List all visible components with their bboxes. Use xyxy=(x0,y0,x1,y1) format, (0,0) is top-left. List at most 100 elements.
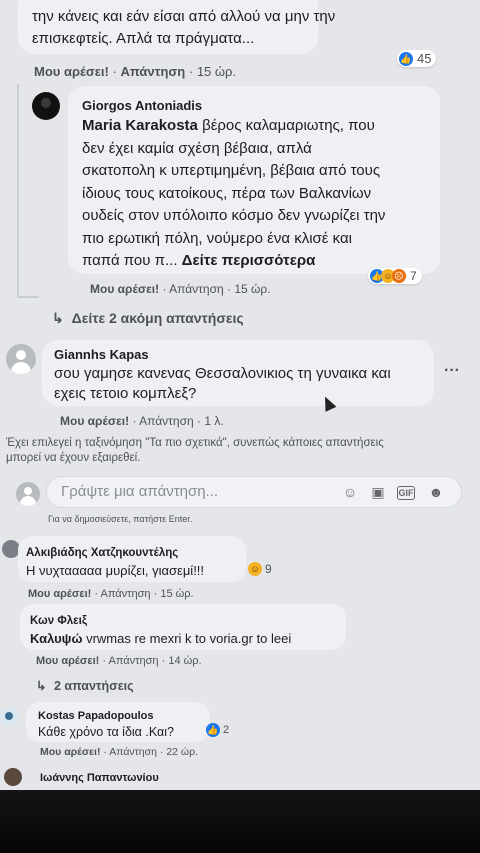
comment-meta: Μου αρέσει! · Απάντηση · 22 ώρ. xyxy=(40,746,198,758)
timestamp[interactable]: 15 ώρ. xyxy=(197,64,236,79)
reply-link[interactable]: Απάντηση xyxy=(101,588,151,600)
reaction-count: 9 xyxy=(265,562,272,576)
emoji-icon[interactable]: ☺ xyxy=(341,483,359,501)
like-link[interactable]: Μου αρέσει! xyxy=(60,414,129,428)
reply-link[interactable]: Απάντηση xyxy=(139,414,194,428)
reaction-count: 2 xyxy=(223,724,230,736)
more-options-button[interactable]: ··· xyxy=(444,362,460,380)
reply-arrow-icon: ↳ xyxy=(52,310,64,326)
comment-text: Κάθε χρόνο τα ίδια .Και? xyxy=(38,725,174,739)
avatar[interactable] xyxy=(4,768,22,786)
reply-text-line: βέρος καλαμαριωτης, που xyxy=(202,117,375,134)
reply-content-giorgos: Giorgos Antoniadis Maria Karakosta βέρος… xyxy=(82,97,432,273)
avatar[interactable] xyxy=(32,92,60,120)
camera-icon[interactable]: ▣ xyxy=(369,483,387,501)
comment-reactions[interactable]: 👍 2 xyxy=(204,722,234,738)
like-reaction-icon: 👍 xyxy=(399,51,413,66)
view-replies-label: 2 απαντήσεις xyxy=(53,679,134,693)
author-name[interactable]: Ιωάννης Παπαντωνίου xyxy=(40,772,159,784)
comment-content-kostas: Kostas Papadopoulos Κάθε χρόνο τα ίδια .… xyxy=(38,708,174,740)
reply-meta: Μου αρέσει! · Απάντηση · 1 λ. xyxy=(60,414,224,428)
reply-composer[interactable]: Γράψτε μια απάντηση... ☺ ▣ GIF ☻ xyxy=(46,476,462,508)
sort-notice-line: Έχει επιλεγεί η ταξινόμηση "Τα πιο σχετι… xyxy=(6,437,384,449)
thread-line-curve xyxy=(17,296,39,298)
comment-text: Η νυχτααααα μυρίζει, γιασεμί!!! xyxy=(26,563,205,578)
timestamp[interactable]: 15 ώρ. xyxy=(234,282,270,296)
avatar[interactable] xyxy=(0,708,18,726)
reply-link[interactable]: Απάντηση xyxy=(169,282,224,296)
like-reaction-icon: 👍 xyxy=(206,723,220,737)
separator: · xyxy=(103,746,107,758)
reply-content-giannhs: Giannhs Kapas σου γαμησε κανενας Θεσσαλο… xyxy=(54,346,391,404)
reply-link[interactable]: Απάντηση xyxy=(109,746,157,758)
author-name[interactable]: Kostas Papadopoulos xyxy=(38,708,174,724)
like-link[interactable]: Μου αρέσει! xyxy=(28,588,91,600)
sort-notice: Έχει επιλεγεί η ταξινόμηση "Τα πιο σχετι… xyxy=(6,436,384,466)
like-link[interactable]: Μου αρέσει! xyxy=(36,655,99,667)
comments-screen: την κάνεις και εάν είσαι από αλλού να μη… xyxy=(0,0,480,790)
angry-reaction-icon: ☹ xyxy=(392,269,406,283)
reaction-count: 7 xyxy=(410,269,417,283)
like-link[interactable]: Μου αρέσει! xyxy=(34,64,109,79)
separator: · xyxy=(227,282,231,296)
thread-line xyxy=(17,84,19,298)
separator: · xyxy=(162,282,167,296)
author-name[interactable]: Αλκιβιάδης Χατζηκουντέλης xyxy=(26,544,204,562)
timestamp[interactable]: 22 ώρ. xyxy=(166,746,198,758)
reply-text-line: ίδιους τους κατοίκους, πέρα των Βαλκανίω… xyxy=(82,184,372,202)
see-more-link[interactable]: Δείτε περισσότερα xyxy=(182,252,316,269)
view-more-replies[interactable]: ↳ Δείτε 2 ακόμη απαντήσεις xyxy=(52,310,244,327)
reply-reactions[interactable]: 👍 ☺ ☹ 7 xyxy=(368,268,422,284)
mention-link[interactable]: Καλυψώ xyxy=(30,631,82,646)
separator: · xyxy=(94,588,99,600)
reply-text-line: πιο ερωτική πόλη, νούμερο ένα κλισέ και xyxy=(82,229,352,247)
top-comment-line: επισκεφτείς. Απλά τα πράγματα... xyxy=(32,30,255,47)
separator: · xyxy=(161,655,166,667)
reply-text-line: σκατοπολη κ υπερτιμημένη, βέβαια από του… xyxy=(82,162,381,179)
comment-meta: Μου αρέσει! · Απάντηση · 14 ώρ. xyxy=(36,655,202,667)
timestamp[interactable]: 15 ώρ. xyxy=(160,588,193,600)
like-link[interactable]: Μου αρέσει! xyxy=(40,746,100,758)
comment-content-kon: Κων Φλειξ Καλυψώ vrwmas re mexri k to vo… xyxy=(30,612,291,648)
timestamp[interactable]: 14 ώρ. xyxy=(168,655,201,667)
top-comment-line: την κάνεις και εάν είσαι από αλλού να μη… xyxy=(32,8,336,25)
author-name[interactable]: Giorgos Antoniadis xyxy=(82,97,432,115)
reaction-count: 45 xyxy=(417,51,432,66)
view-more-replies-label: Δείτε 2 ακόμη απαντήσεις xyxy=(71,310,244,326)
top-comment-meta: Μου αρέσει! · Απάντηση · 15 ώρ. xyxy=(34,64,236,79)
comment-meta: Μου αρέσει! · Απάντηση · 15 ώρ. xyxy=(28,588,194,600)
author-name[interactable]: Giannhs Kapas xyxy=(54,346,391,364)
gif-icon[interactable]: GIF xyxy=(397,486,415,500)
current-user-avatar xyxy=(16,482,40,506)
separator: · xyxy=(159,746,164,758)
separator: · xyxy=(112,64,117,79)
sort-notice-line: μπορεί να έχουν εξαιρεθεί. xyxy=(6,452,141,464)
reply-text-line: παπά που π... xyxy=(82,252,178,269)
comment-reactions[interactable]: ☺ 9 xyxy=(246,561,277,577)
comment-content-alkiviadis: Αλκιβιάδης Χατζηκουντέλης Η νυχτααααα μυ… xyxy=(26,544,204,580)
reply-text-line: δεν έχει καμία σχέση βέβαια, απλά xyxy=(82,139,312,157)
author-name[interactable]: Κων Φλειξ xyxy=(30,612,291,630)
separator: · xyxy=(102,655,107,667)
monitor-bezel xyxy=(0,790,480,853)
reply-input[interactable]: Γράψτε μια απάντηση... xyxy=(61,483,218,500)
timestamp[interactable]: 1 λ. xyxy=(204,414,223,428)
composer-hint: Για να δημοσιεύσετε, πατήστε Enter. xyxy=(48,514,193,524)
like-link[interactable]: Μου αρέσει! xyxy=(90,282,159,296)
reply-link[interactable]: Απάντηση xyxy=(120,64,185,79)
sticker-icon[interactable]: ☻ xyxy=(427,483,445,501)
mention-link[interactable]: Maria Karakosta xyxy=(82,117,198,134)
avatar[interactable] xyxy=(6,344,36,374)
reply-text-line: εχεις τετοιο κομπλεξ? xyxy=(54,385,197,402)
separator: · xyxy=(188,64,194,79)
view-replies-link[interactable]: ↳ 2 απαντήσεις xyxy=(36,678,134,693)
top-comment-reactions[interactable]: 👍 45 xyxy=(397,50,437,67)
reply-meta: Μου αρέσει! · Απάντηση · 15 ώρ. xyxy=(90,282,271,296)
reply-arrow-icon: ↳ xyxy=(36,679,47,693)
comment-text: vrwmas re mexri k to voria.gr to leei xyxy=(86,631,292,646)
reply-text-line: ουδείς στον υπόλοιπο κόσμο δεν γνωρίζει … xyxy=(82,207,386,224)
separator: · xyxy=(132,414,137,428)
haha-reaction-icon: ☺ xyxy=(248,562,262,576)
reply-link[interactable]: Απάντηση xyxy=(109,655,159,667)
top-comment-text: την κάνεις και εάν είσαι από αλλού να μη… xyxy=(32,6,335,50)
